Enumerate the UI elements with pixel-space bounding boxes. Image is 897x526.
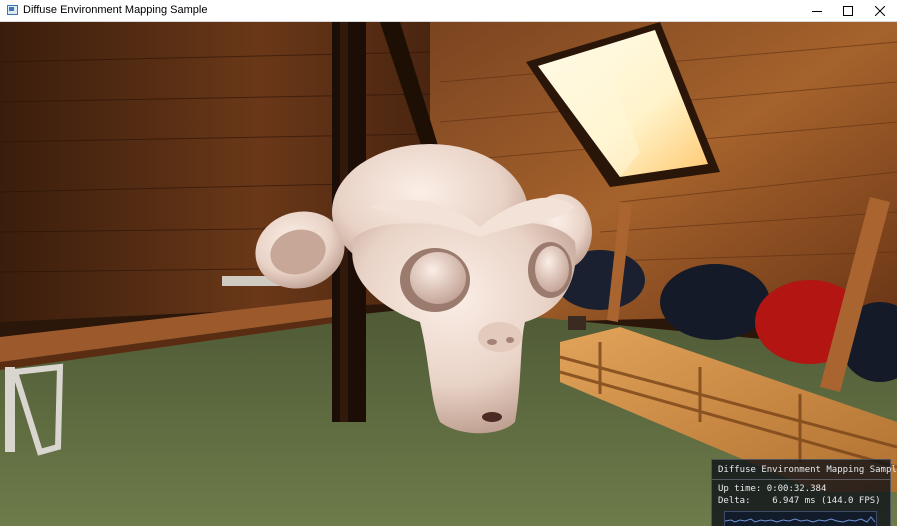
overlay-divider <box>712 479 890 480</box>
frame-time-line <box>724 516 876 523</box>
stats-overlay-panel: Diffuse Environment Mapping Sample Up ti… <box>711 459 897 526</box>
maximize-button[interactable] <box>831 0 865 22</box>
window-title: Diffuse Environment Mapping Sample <box>23 4 208 16</box>
delta-label: Delta: <box>718 496 751 506</box>
uptime-label: Up time: <box>718 484 762 494</box>
app-icon[interactable] <box>7 5 18 15</box>
minimize-icon <box>812 11 822 12</box>
window-titlebar[interactable]: Diffuse Environment Mapping Sample <box>0 0 897 22</box>
delta-value: 6.947 ms (144.0 FPS) <box>772 496 881 506</box>
maximize-icon <box>843 6 853 16</box>
scene-render <box>0 22 897 526</box>
close-button[interactable] <box>863 0 897 22</box>
uptime-row: Up time: 0:00:32.384 <box>718 484 826 494</box>
render-viewport[interactable]: Diffuse Environment Mapping Sample Up ti… <box>0 22 897 526</box>
minimize-button[interactable] <box>800 0 834 22</box>
close-icon <box>875 6 885 16</box>
overlay-title: Diffuse Environment Mapping Sample <box>718 465 897 475</box>
frame-time-graph <box>724 511 877 526</box>
uptime-value: 0:00:32.384 <box>766 484 827 494</box>
delta-row: Delta: 6.947 ms (144.0 FPS) <box>718 496 881 506</box>
